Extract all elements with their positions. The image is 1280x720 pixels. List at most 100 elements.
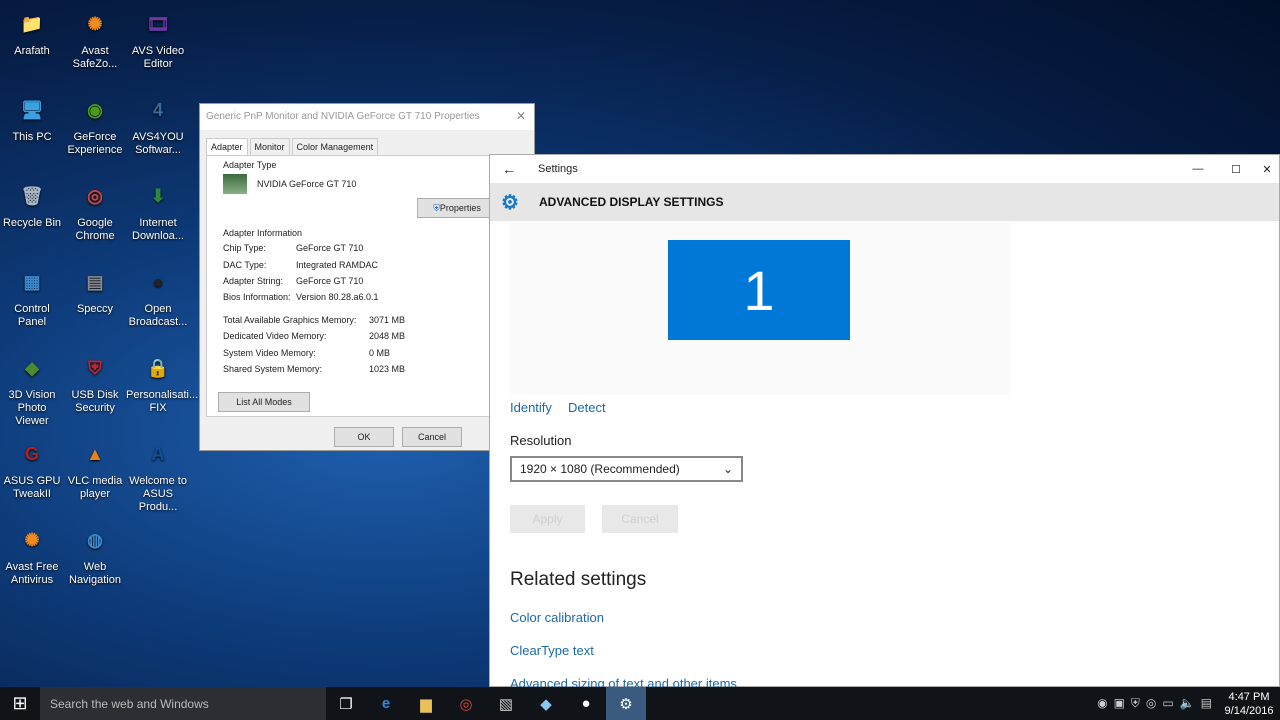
cancel-button[interactable]: Cancel (402, 427, 462, 447)
info-row: Shared System Memory: 1023 MB (223, 363, 406, 374)
desktop-icon-label: Personalisati... FIX (126, 389, 199, 414)
app-icon: ⬇ (150, 185, 166, 206)
detect-link[interactable]: Detect (568, 400, 606, 415)
desktop-icon[interactable]: ▦ Control Panel (0, 264, 64, 329)
app-icon: 🔒 (146, 357, 170, 378)
desktop-icon[interactable]: 🔒 Personalisati... FIX (126, 350, 199, 415)
graphics-card-icon (223, 174, 247, 194)
color-calibration-link[interactable]: Color calibration (510, 610, 604, 625)
info-row: Dedicated Video Memory: 2048 MB (223, 331, 406, 342)
info-row: Total Available Graphics Memory: 3071 MB (223, 314, 406, 325)
desktop-icon-label: Internet Downloa... (132, 217, 184, 242)
desktop-icon[interactable]: A Welcome to ASUS Produ... (126, 436, 190, 514)
app-icon: ◎ (87, 185, 103, 206)
desktop-icon[interactable]: ⬇ Internet Downloa... (126, 178, 190, 243)
app-icon: ▤ (86, 271, 104, 292)
desktop-icon[interactable]: ✺ Avast Free Antivirus (0, 522, 64, 587)
close-button[interactable]: ✕ (1255, 163, 1279, 176)
window-title: Settings (538, 163, 578, 175)
desktop-icon[interactable]: 4 AVS4YOU Softwar... (126, 92, 190, 157)
app-icon: ◆ (25, 357, 39, 378)
tab-color-management[interactable]: Color Management (291, 138, 379, 155)
task-view-icon[interactable]: ❐ (326, 687, 366, 720)
cleartype-text-link[interactable]: ClearType text (510, 643, 594, 658)
minimize-button[interactable]: — (1179, 163, 1217, 175)
back-button[interactable]: ← (490, 161, 528, 177)
app-icon[interactable]: ▧ (486, 687, 526, 720)
display-properties-dialog: Generic PnP Monitor and NVIDIA GeForce G… (199, 103, 535, 451)
desktop-icon[interactable]: G ASUS GPU TweakII (0, 436, 64, 501)
list-all-modes-button[interactable]: List All Modes (218, 392, 310, 412)
obs-icon[interactable]: ● (566, 687, 606, 720)
tab-monitor[interactable]: Monitor (249, 138, 290, 155)
desktop-icon[interactable]: ✺ Avast SafeZo... (63, 6, 127, 71)
desktop-icon[interactable]: ● Open Broadcast... (126, 264, 190, 329)
cancel-settings-button[interactable]: Cancel (602, 505, 678, 533)
desktop-icon-label: Avast Free Antivirus (5, 561, 59, 586)
clock[interactable]: 4:47 PM 9/14/2016 (1218, 690, 1280, 718)
desktop-icon-label: Welcome to ASUS Produ... (129, 475, 187, 513)
desktop-icon-label: AVS4YOU Softwar... (132, 131, 184, 156)
adapter-name: NVIDIA GeForce GT 710 (257, 179, 357, 189)
maximize-button[interactable]: ☐ (1217, 163, 1255, 176)
gear-icon: ⚙ (501, 191, 519, 214)
desktop-icon[interactable]: ◍ Web Navigation (63, 522, 127, 587)
app-icon-2[interactable]: ◆ (526, 687, 566, 720)
app-icon: A (151, 443, 165, 464)
desktop-icon[interactable]: ⛨ USB Disk Security (63, 350, 127, 415)
page-title: ADVANCED DISPLAY SETTINGS (539, 195, 724, 209)
file-explorer-icon[interactable]: ▆ (406, 687, 446, 720)
desktop-icon[interactable]: 📁 Arafath (0, 6, 64, 58)
desktop-icon[interactable]: ▲ VLC media player (63, 436, 127, 501)
identify-link[interactable]: Identify (510, 400, 552, 415)
adapter-panel: Adapter Type NVIDIA GeForce GT 710 ⛨Prop… (206, 155, 528, 417)
shield-icon: ⛨ (433, 203, 440, 213)
resolution-dropdown[interactable]: 1920 × 1080 (Recommended) ⌄ (510, 456, 743, 482)
desktop-icon-label: This PC (12, 131, 52, 143)
related-settings-heading: Related settings (510, 569, 647, 590)
monitor-1[interactable]: 1 (668, 240, 850, 340)
chrome-icon[interactable]: ◎ (446, 687, 486, 720)
desktop-icon[interactable]: 🗑 Recycle Bin (0, 178, 64, 230)
app-icon: ▲ (86, 443, 104, 464)
desktop-icon[interactable]: ◉ GeForce Experience (63, 92, 127, 157)
info-row: Adapter String: GeForce GT 710 (223, 275, 364, 286)
desktop-icon-label: Speccy (76, 303, 114, 315)
dialog-title: Generic PnP Monitor and NVIDIA GeForce G… (200, 104, 534, 130)
info-row: DAC Type: Integrated RAMDAC (223, 259, 379, 270)
app-icon: ◉ (87, 99, 103, 120)
desktop-icon[interactable]: 🎞 AVS Video Editor (126, 6, 190, 71)
desktop-icon-label: Web Navigation (69, 561, 121, 586)
adapter-properties-button[interactable]: ⛨Properties (417, 198, 497, 218)
settings-taskbar-icon[interactable]: ⚙ (606, 687, 646, 720)
app-icon: 🖥 (20, 99, 44, 120)
start-button[interactable]: ⊞ (0, 687, 40, 720)
app-icon: ⛨ (88, 357, 102, 378)
desktop-icon-label: GeForce Experience (67, 131, 123, 156)
desktop-icon-label: VLC media player (67, 475, 123, 500)
resolution-label: Resolution (510, 433, 572, 448)
desktop-icon[interactable]: ◎ Google Chrome (63, 178, 127, 243)
tab-adapter[interactable]: Adapter (206, 138, 248, 155)
adapter-type-label: Adapter Type (223, 160, 277, 170)
desktop-icon-label: Open Broadcast... (128, 303, 188, 328)
app-icon: ▦ (23, 271, 41, 292)
desktop-icon[interactable]: ▤ Speccy (63, 264, 127, 316)
desktop-icon[interactable]: 🖥 This PC (0, 92, 64, 144)
ok-button[interactable]: OK (334, 427, 394, 447)
settings-window: ← Settings — ☐ ✕ ⚙ ADVANCED DISPLAY SETT… (489, 154, 1280, 691)
info-row: Chip Type: GeForce GT 710 (223, 243, 364, 254)
edge-icon[interactable]: e (366, 687, 406, 720)
app-icon: 🗑 (20, 185, 44, 206)
search-box[interactable]: Search the web and Windows (40, 687, 326, 720)
app-icon: G (24, 443, 39, 464)
desktop-icon[interactable]: ◆ 3D Vision Photo Viewer (0, 350, 64, 428)
dialog-close-button[interactable]: ✕ (516, 109, 526, 123)
desktop-icon-label: USB Disk Security (71, 389, 119, 414)
app-icon: ◍ (87, 529, 103, 550)
tray-icons[interactable]: ◉▣⛨◎▭🔈▤ (1097, 696, 1218, 711)
apply-button[interactable]: Apply (510, 505, 585, 533)
app-icon: 🎞 (146, 13, 170, 34)
info-row: System Video Memory: 0 MB (223, 347, 391, 358)
app-icon: ✺ (24, 529, 40, 550)
